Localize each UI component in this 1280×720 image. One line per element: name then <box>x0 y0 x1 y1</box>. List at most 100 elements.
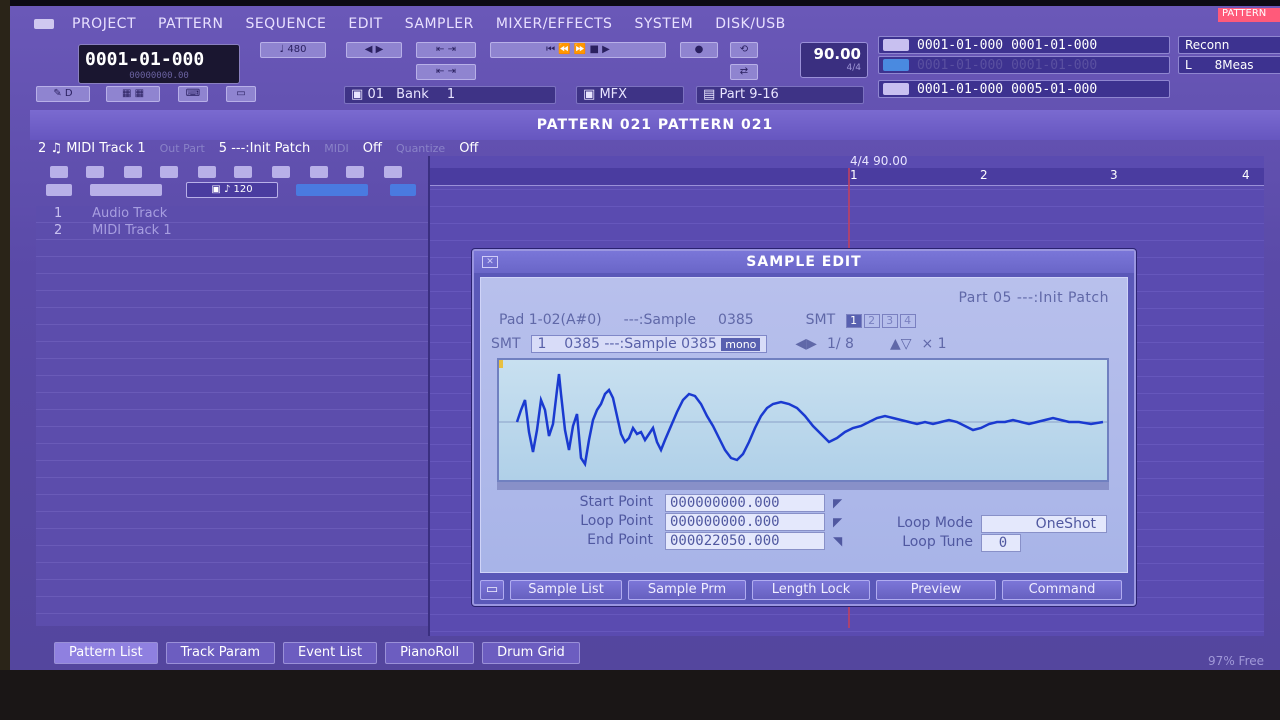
ruler[interactable]: 1 2 3 4 <box>430 168 1264 186</box>
zoom-h-arrows-icon[interactable]: ◀▶ <box>795 336 817 352</box>
menu-icon[interactable] <box>34 19 54 29</box>
import-tool-icon[interactable] <box>160 166 178 178</box>
loop-tune-field[interactable]: 0 <box>981 534 1021 552</box>
measure-length[interactable]: L 8Meas <box>1178 56 1280 74</box>
punch-locator[interactable]: 0001-01-000 0001-01-000 <box>878 56 1170 74</box>
loop-tune-label: Loop Tune <box>902 534 973 550</box>
sample-edit-dialog: SAMPLE EDIT ✕ Part 05 ---:Init Patch Pad… <box>472 249 1136 606</box>
end-point-field[interactable]: 000022050.000 <box>665 532 825 550</box>
end-point-label: End Point <box>587 532 653 548</box>
triangle-tool-icon[interactable] <box>124 166 142 178</box>
record-button[interactable]: ● <box>680 42 718 58</box>
tempo-display[interactable]: 90.00 4/4 <box>800 42 868 78</box>
smt-sample-field[interactable]: 1 0385 ---:Sample 0385 mono <box>530 335 768 353</box>
time-signature: 4/4 90.00 <box>850 154 908 168</box>
dialog-body: Part 05 ---:Init Patch Pad 1-02(A#0) ---… <box>480 277 1128 573</box>
reconnect-button[interactable]: Reconn <box>1178 36 1280 54</box>
mode-badge: PATTERN <box>1218 8 1280 22</box>
menu-edit[interactable]: EDIT <box>348 16 382 32</box>
link-tool-icon[interactable] <box>390 184 416 196</box>
monitor-bezel-left <box>0 0 10 670</box>
curve-tool-icon[interactable] <box>234 166 252 178</box>
length-locator[interactable]: 0001-01-000 0005-01-000 <box>878 80 1170 98</box>
square-tool-icon[interactable] <box>346 166 364 178</box>
bank-field[interactable]: ▣ 01 Bank 1 <box>344 86 556 104</box>
waveform-display[interactable] <box>497 358 1109 482</box>
loop-button[interactable]: ⟲ <box>730 42 758 58</box>
smt-chip-4[interactable]: 4 <box>899 314 916 328</box>
track-patch[interactable]: 5 ---:Init Patch <box>219 141 310 156</box>
menu-disk-usb[interactable]: DISK/USB <box>715 16 785 32</box>
monitor-button[interactable]: ▭ <box>226 86 256 102</box>
command-button[interactable]: Command <box>1002 580 1122 600</box>
repeat-tool-icon[interactable] <box>272 166 290 178</box>
end-flag-icon: ◥ <box>833 534 843 548</box>
download-tool-icon[interactable] <box>198 166 216 178</box>
zoom-field[interactable]: ▣ ♪ 120 <box>186 182 278 198</box>
menu-sequence[interactable]: SEQUENCE <box>245 16 326 32</box>
keyboard-button[interactable]: ⌨ <box>178 86 208 102</box>
tab-track-param[interactable]: Track Param <box>165 642 275 664</box>
sample-prm-button[interactable]: Sample Prm <box>628 580 746 600</box>
zoom-note-icon: ▣ ♪ <box>211 184 231 195</box>
transport-buttons[interactable]: ⏮ ⏪ ⏩ ■ ▶ <box>490 42 666 58</box>
loop-mode-field[interactable]: OneShot <box>981 515 1107 533</box>
menu-project[interactable]: PROJECT <box>72 16 136 32</box>
part-range-field[interactable]: ▤ Part 9-16 <box>696 86 864 104</box>
loop-locator[interactable]: 0001-01-000 0001-01-000 <box>878 36 1170 54</box>
out-part-label: Out Part <box>159 141 205 155</box>
punch-button[interactable]: ⇄ <box>730 64 758 80</box>
menu-sampler[interactable]: SAMPLER <box>405 16 474 32</box>
midi-value[interactable]: Off <box>363 141 382 156</box>
grid-view-button[interactable]: ▦ ▦ <box>106 86 160 102</box>
resolution-field[interactable]: ♩ 480 <box>260 42 326 58</box>
pad-sample-number: 0385 <box>718 312 754 328</box>
note-tool-icon[interactable] <box>50 166 68 178</box>
tab-pattern-list[interactable]: Pattern List <box>54 642 158 664</box>
close-icon[interactable]: ✕ <box>482 256 498 268</box>
zoom-v-arrows-icon[interactable]: ▲▽ <box>890 336 912 352</box>
edit-mode-button[interactable]: ✎ D <box>36 86 90 102</box>
loop-point-field[interactable]: 000000000.000 <box>665 513 825 531</box>
rewind-forward-buttons[interactable]: ◀ ▶ <box>346 42 402 58</box>
loop-icon <box>883 39 909 51</box>
start-point-field[interactable]: 000000000.000 <box>665 494 825 512</box>
preview-button[interactable]: Preview <box>876 580 996 600</box>
track-row[interactable]: 2 MIDI Track 1 <box>36 223 428 239</box>
start-flag-icon: ◤ <box>833 496 843 510</box>
view-mode-icons[interactable] <box>90 184 162 196</box>
menu-pattern[interactable]: PATTERN <box>158 16 223 32</box>
menu-toggle-button[interactable]: ▭ <box>480 580 504 600</box>
smt-chip-2[interactable]: 2 <box>863 314 880 328</box>
multi-note-tool-icon[interactable] <box>86 166 104 178</box>
locate-buttons[interactable]: ⇤ ⇥ <box>416 42 476 58</box>
monitor-bezel-bottom <box>0 670 1280 720</box>
nudge-buttons[interactable]: ⇤ ⇥ <box>416 64 476 80</box>
menu-mixer-effects[interactable]: MIXER/EFFECTS <box>496 16 613 32</box>
track-row[interactable]: 1 Audio Track <box>36 206 428 222</box>
list-view-icon[interactable] <box>46 184 72 196</box>
pointer-tools-icon[interactable] <box>296 184 368 196</box>
shuffle-tool-icon[interactable] <box>310 166 328 178</box>
spread-tool-icon[interactable] <box>384 166 402 178</box>
mfx-field[interactable]: ▣ MFX <box>576 86 684 104</box>
tab-piano-roll[interactable]: PianoRoll <box>385 642 475 664</box>
sample-list-button[interactable]: Sample List <box>510 580 622 600</box>
loop-flag-icon: ◤ <box>833 515 843 529</box>
track-list: 1 Audio Track 2 MIDI Track 1 <box>36 206 428 626</box>
pattern-title[interactable]: PATTERN 021 PATTERN 021 <box>30 110 1280 140</box>
bottom-tabs: Pattern List Track Param Event List Pian… <box>54 642 1274 666</box>
ruler-mark: 2 <box>980 168 988 182</box>
menu-system[interactable]: SYSTEM <box>634 16 693 32</box>
smt-chip-3[interactable]: 3 <box>881 314 898 328</box>
tab-drum-grid[interactable]: Drum Grid <box>482 642 580 664</box>
waveform-scrollbar[interactable] <box>497 482 1109 490</box>
tab-event-list[interactable]: Event List <box>283 642 378 664</box>
smt-chip-1[interactable]: 1 <box>845 314 862 328</box>
length-lock-button[interactable]: Length Lock <box>752 580 870 600</box>
smt-line: SMT 1 0385 ---:Sample 0385 mono ◀▶ 1/ 8 … <box>491 334 1119 354</box>
current-track[interactable]: 2 ♫ MIDI Track 1 <box>38 141 146 156</box>
position-counter[interactable]: 0001-01-000 00000000.00 <box>78 44 240 84</box>
dialog-title: SAMPLE EDIT <box>474 251 1134 273</box>
quantize-value[interactable]: Off <box>459 141 478 156</box>
